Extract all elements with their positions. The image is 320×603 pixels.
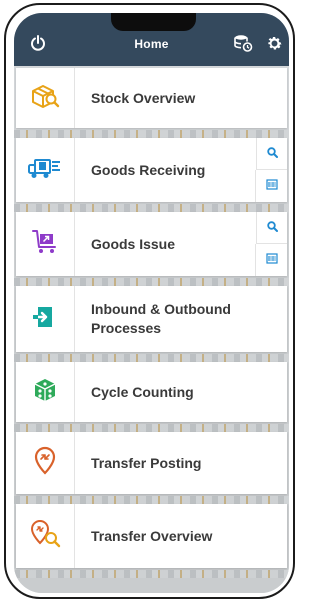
tile-icon-box [16, 504, 75, 568]
divider [14, 570, 289, 578]
tile-icon-box [16, 432, 75, 494]
tile-cycle-counting[interactable]: Cycle Counting [16, 362, 287, 422]
search-button[interactable] [256, 212, 287, 244]
scan-button[interactable] [255, 170, 287, 202]
tile-stock-overview[interactable]: Stock Overview [16, 68, 287, 128]
search-button[interactable] [256, 138, 287, 170]
app-screen: Home Stock Overview Goods Receiving Good… [14, 13, 289, 593]
tile-icon-box [16, 286, 75, 352]
tile-label: Transfer Overview [91, 528, 213, 544]
door-enter-icon [32, 304, 58, 335]
tile-goods-issue[interactable]: Goods Issue [16, 212, 287, 276]
barcode-scan-icon [265, 177, 278, 195]
cart-box-icon [31, 229, 59, 260]
tile-label: Goods Issue [91, 236, 176, 252]
box-search-icon [30, 82, 60, 115]
tile-label-line1: Inbound & Outbound [91, 301, 231, 317]
delivery-truck-icon [28, 156, 62, 185]
tile-icon-box [16, 362, 75, 422]
tile-label: Goods Receiving [91, 162, 206, 178]
tile-icon-box [16, 138, 75, 202]
phone-frame: Home Stock Overview Goods Receiving Good… [4, 3, 295, 599]
gear-icon[interactable] [263, 32, 285, 54]
divider [14, 278, 289, 286]
tile-label: Inbound & Outbound Processes [91, 300, 231, 338]
tile-transfer-posting[interactable]: Transfer Posting [16, 432, 287, 494]
tile-label-line2: Processes [91, 320, 162, 336]
tile-label: Cycle Counting [91, 384, 194, 400]
barcode-scan-icon [265, 251, 278, 269]
divider [14, 496, 289, 504]
divider [14, 204, 289, 212]
divider [14, 130, 289, 138]
tile-inbound-outbound[interactable]: Inbound & Outbound Processes [16, 286, 287, 352]
divider [14, 424, 289, 432]
transfer-search-icon [29, 518, 61, 555]
divider [14, 354, 289, 362]
tile-label: Transfer Posting [91, 455, 202, 471]
device-notch [111, 13, 196, 31]
dice-cube-icon [31, 376, 59, 409]
location-pin-transfer-icon [33, 446, 57, 481]
search-icon [266, 145, 278, 163]
scan-button[interactable] [255, 244, 287, 276]
tile-icon-box [16, 68, 75, 128]
search-icon [266, 219, 278, 237]
tile-icon-box [16, 212, 75, 276]
database-sync-icon[interactable] [232, 32, 254, 54]
tile-label: Stock Overview [91, 90, 196, 106]
tile-transfer-overview[interactable]: Transfer Overview [16, 504, 287, 568]
tile-goods-receiving[interactable]: Goods Receiving [16, 138, 287, 202]
